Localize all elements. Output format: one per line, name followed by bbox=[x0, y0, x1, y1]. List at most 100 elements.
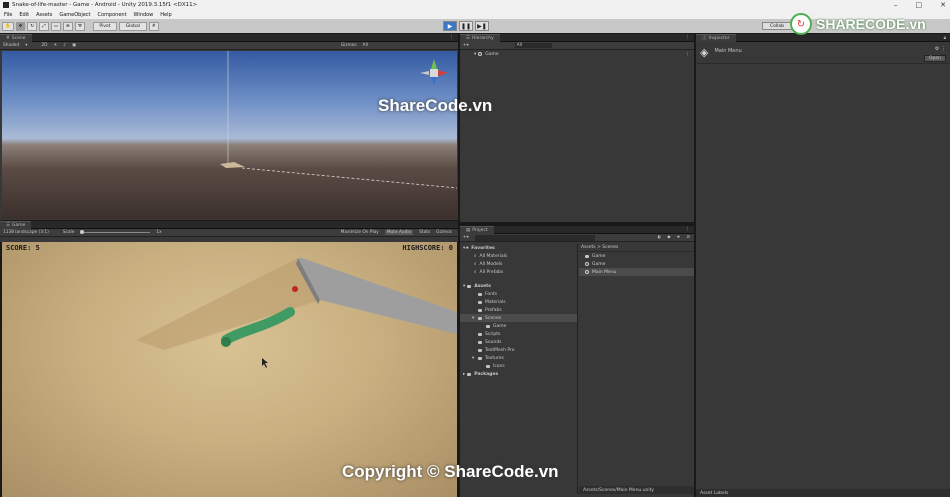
asset-folder-row[interactable]: Fonts bbox=[460, 290, 577, 298]
asset-folder-row[interactable]: Materials bbox=[460, 298, 577, 306]
assets-root-row[interactable]: ▾ Assets bbox=[460, 282, 577, 290]
expand-arrow-icon[interactable]: ▾ bbox=[474, 52, 476, 57]
menu-assets[interactable]: Assets bbox=[36, 12, 52, 18]
stats-toggle[interactable]: Stats bbox=[419, 230, 430, 235]
scale-slider-handle[interactable] bbox=[80, 230, 85, 234]
menu-bar: File Edit Assets GameObject Component Wi… bbox=[0, 10, 460, 19]
sharecode-logo-icon: ↻ bbox=[790, 13, 812, 35]
menu-gameobject[interactable]: GameObject bbox=[59, 12, 90, 18]
scene-menu-icon[interactable]: ⋮ bbox=[686, 52, 691, 57]
asset-folder-row[interactable]: Prefabs bbox=[460, 306, 577, 314]
pivot-toggle[interactable]: Pivot bbox=[92, 21, 117, 31]
scene-orientation-gizmo[interactable] bbox=[420, 59, 448, 85]
tab-inspector[interactable]: ⓘ Inspector bbox=[696, 33, 736, 42]
hierarchy-scene-row[interactable]: ▾ Game ⋮ bbox=[460, 50, 694, 58]
project-breadcrumb[interactable]: Assets > Scenes bbox=[579, 244, 694, 252]
maximize-button[interactable]: □ bbox=[916, 0, 923, 10]
asset-folder-row[interactable]: Icons bbox=[460, 362, 577, 370]
game-viewport[interactable]: SCORE: 5 HIGHSCORE: 0 bbox=[2, 242, 457, 497]
menu-file[interactable]: File bbox=[4, 12, 12, 18]
favorites-row[interactable]: ▾★ Favorites bbox=[460, 244, 577, 252]
scale-slider[interactable] bbox=[80, 230, 151, 234]
favorite-item[interactable]: ⌕ All Models bbox=[460, 260, 577, 268]
packages-label: Packages bbox=[474, 371, 499, 377]
tab-scene[interactable]: # Scene bbox=[0, 33, 32, 42]
menu-component[interactable]: Component bbox=[98, 12, 127, 18]
menu-edit[interactable]: Edit bbox=[19, 12, 29, 18]
file-item[interactable]: Main Menu bbox=[579, 268, 694, 276]
project-create-icon[interactable]: +▾ bbox=[463, 235, 469, 240]
grid-snap-icon[interactable]: # bbox=[148, 21, 159, 31]
step-button[interactable]: ▶❚ bbox=[475, 21, 489, 31]
tab-game[interactable]: ☰ Game bbox=[0, 220, 32, 229]
project-menu-icon[interactable]: ⋮ bbox=[686, 227, 691, 232]
asset-folder-label: Fonts bbox=[485, 291, 498, 297]
tab-project[interactable]: ▤ Project bbox=[460, 225, 494, 234]
minimize-button[interactable]: – bbox=[894, 0, 898, 10]
file-item[interactable]: Game bbox=[579, 252, 694, 260]
scene-tab-label: Scene bbox=[11, 35, 26, 41]
scene-icon bbox=[585, 262, 589, 266]
menu-help[interactable]: Help bbox=[160, 12, 171, 18]
rotate-tool-icon[interactable]: ↻ bbox=[27, 21, 38, 31]
display-dropdown[interactable]: 1138 landscape (3:1) bbox=[3, 230, 49, 235]
hand-tool-icon[interactable]: ✋ bbox=[2, 21, 14, 31]
asset-folder-row[interactable]: Sounds bbox=[460, 338, 577, 346]
collab-button[interactable]: Collab bbox=[762, 22, 792, 30]
pause-button[interactable]: ❚❚ bbox=[459, 21, 473, 31]
sharecode-logo: ↻ SHARECODE.vn bbox=[790, 10, 940, 38]
create-plus-icon[interactable]: +▾ bbox=[463, 43, 469, 48]
close-button[interactable]: ✕ bbox=[940, 0, 946, 10]
packages-row[interactable]: ▸ Packages bbox=[460, 370, 577, 378]
search-icon: ⌕ bbox=[474, 262, 477, 267]
scene-render bbox=[220, 51, 457, 189]
expand-arrow-icon[interactable]: ▾ bbox=[472, 356, 476, 361]
expand-arrow-icon[interactable]: ▾ bbox=[472, 316, 476, 321]
mute-audio-toggle[interactable]: Mute Audio bbox=[384, 230, 414, 235]
asset-folder-row[interactable]: Scripts bbox=[460, 330, 577, 338]
scene-search[interactable]: All bbox=[363, 43, 368, 48]
hierarchy-menu-icon[interactable]: ⋮ bbox=[686, 35, 691, 40]
project-search-input[interactable] bbox=[474, 234, 595, 241]
search-icon: ⌕ bbox=[474, 270, 477, 275]
play-button[interactable]: ▶ bbox=[443, 21, 457, 31]
rect-tool-icon[interactable]: ▭ bbox=[50, 21, 62, 31]
2d-toggle[interactable]: 2D bbox=[41, 43, 47, 48]
scene-viewport[interactable] bbox=[2, 51, 457, 219]
lighting-icon[interactable]: ☀ bbox=[53, 43, 57, 48]
lock-icon[interactable]: 🔒︎ bbox=[944, 35, 946, 41]
project-tree: ▾★ Favorites ⌕ All Materials ⌕ All Models ⌕ A… bbox=[460, 244, 578, 494]
favorite-icon[interactable]: ★ bbox=[677, 235, 681, 240]
tab-hierarchy[interactable]: ☰ Hierarchy bbox=[460, 33, 500, 42]
inspector-settings-icon[interactable]: ⚙ ⋮ bbox=[935, 46, 946, 52]
score-label: SCORE: 5 bbox=[6, 244, 40, 252]
game-gizmos-toggle[interactable]: Gizmos bbox=[436, 230, 452, 235]
effects-icon[interactable]: ▣ bbox=[72, 43, 76, 48]
file-item[interactable]: Game bbox=[579, 260, 694, 268]
asset-folder-row[interactable]: Game bbox=[460, 322, 577, 330]
asset-folder-row[interactable]: ▾ Scenes bbox=[460, 314, 577, 322]
panel-menu-icon[interactable]: ⋮ bbox=[450, 35, 455, 40]
filter-type-icon[interactable]: ◐ bbox=[657, 235, 661, 240]
scale-tool-icon[interactable]: ⤢ bbox=[39, 21, 49, 31]
shading-dropdown[interactable]: Shaded bbox=[3, 43, 19, 48]
audio-icon[interactable]: ♪ bbox=[63, 43, 66, 48]
asset-folder-row[interactable]: TextMesh Pro bbox=[460, 346, 577, 354]
open-button[interactable]: Open bbox=[923, 55, 946, 62]
asset-folder-row[interactable]: ▾ Textures bbox=[460, 354, 577, 362]
favorite-item[interactable]: ⌕ All Materials bbox=[460, 252, 577, 260]
folder-icon bbox=[478, 340, 482, 344]
scene-gizmos-dropdown[interactable]: Gizmos bbox=[341, 43, 357, 48]
favorite-label: All Prefabs bbox=[479, 269, 504, 275]
transform-tool-icon[interactable]: ⊕ bbox=[63, 21, 73, 31]
global-toggle[interactable]: Global bbox=[118, 21, 147, 31]
move-tool-icon[interactable]: ✥ bbox=[15, 21, 26, 31]
maximize-on-play-toggle[interactable]: Maximize On Play bbox=[341, 230, 379, 235]
hierarchy-search-input[interactable]: All bbox=[514, 43, 553, 48]
favorite-item[interactable]: ⌕ All Prefabs bbox=[460, 268, 577, 276]
menu-window[interactable]: Window bbox=[134, 12, 154, 18]
custom-tool-icon[interactable]: ⚒ bbox=[74, 21, 85, 31]
hidden-packages-icon[interactable]: ⊘ bbox=[686, 235, 690, 240]
filter-label-icon[interactable]: ◆ bbox=[667, 235, 670, 240]
project-toolbar: +▾ ◐ ◆ ★ ⊘ bbox=[460, 234, 694, 242]
